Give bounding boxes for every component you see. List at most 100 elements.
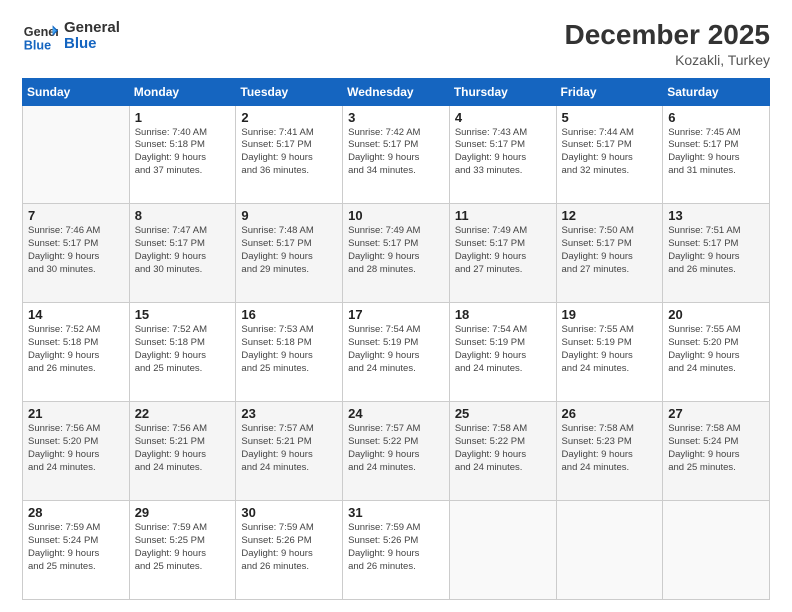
calendar-cell: 2Sunrise: 7:41 AMSunset: 5:17 PMDaylight…: [236, 105, 343, 204]
day-number: 25: [455, 406, 551, 421]
day-number: 8: [135, 208, 231, 223]
day-info: Sunrise: 7:58 AMSunset: 5:24 PMDaylight:…: [668, 423, 764, 474]
day-number: 31: [348, 505, 444, 520]
day-info: Sunrise: 7:49 AMSunset: 5:17 PMDaylight:…: [455, 225, 551, 276]
calendar-cell: 1 Sunrise: 7:40 AMSunset: 5:18 PMDaylight…: [129, 105, 236, 204]
calendar-cell: 16Sunrise: 7:53 AMSunset: 5:18 PMDayligh…: [236, 303, 343, 402]
day-info: Sunrise: 7:51 AMSunset: 5:17 PMDaylight:…: [668, 225, 764, 276]
calendar-cell: 14 Sunrise: 7:52 AMSunset: 5:18 PMDayligh…: [23, 303, 130, 402]
day-info: Sunrise: 7:50 AMSunset: 5:17 PMDaylight:…: [562, 225, 658, 276]
day-info: Sunrise: 7:47 AMSunset: 5:17 PMDaylight:…: [135, 225, 231, 276]
calendar-cell: [449, 501, 556, 600]
day-number: 26: [562, 406, 658, 421]
calendar-cell: 30Sunrise: 7:59 AMSunset: 5:26 PMDayligh…: [236, 501, 343, 600]
day-number: 11: [455, 208, 551, 223]
day-info: Sunrise: 7:57 AMSunset: 5:21 PMDaylight:…: [241, 423, 337, 474]
day-info: Sunrise: 7:54 AMSunset: 5:19 PMDaylight:…: [455, 324, 551, 375]
svg-text:Blue: Blue: [24, 39, 51, 53]
day-info: Sunrise: 7:55 AMSunset: 5:20 PMDaylight:…: [668, 324, 764, 375]
calendar-cell: 7 Sunrise: 7:46 AMSunset: 5:17 PMDaylight…: [23, 204, 130, 303]
logo-icon: General Blue: [22, 18, 58, 54]
day-number: 18: [455, 307, 551, 322]
header-friday: Friday: [556, 78, 663, 105]
day-info: Sunrise: 7:49 AMSunset: 5:17 PMDaylight:…: [348, 225, 444, 276]
day-number: 14: [28, 307, 124, 322]
day-info: Sunrise: 7:46 AMSunset: 5:17 PMDaylight:…: [28, 225, 124, 276]
calendar-cell: 11 Sunrise: 7:49 AMSunset: 5:17 PMDayligh…: [449, 204, 556, 303]
day-info: Sunrise: 7:58 AMSunset: 5:22 PMDaylight:…: [455, 423, 551, 474]
logo-general: General: [64, 20, 120, 37]
day-number: 27: [668, 406, 764, 421]
calendar-cell: 6 Sunrise: 7:45 AMSunset: 5:17 PMDaylight…: [663, 105, 770, 204]
header-wednesday: Wednesday: [343, 78, 450, 105]
calendar-cell: 15Sunrise: 7:52 AMSunset: 5:18 PMDayligh…: [129, 303, 236, 402]
calendar-cell: 21 Sunrise: 7:56 AMSunset: 5:20 PMDayligh…: [23, 402, 130, 501]
day-info: Sunrise: 7:58 AMSunset: 5:23 PMDaylight:…: [562, 423, 658, 474]
title-block: December 2025 Kozakli, Turkey: [565, 18, 770, 68]
calendar-cell: 10 Sunrise: 7:49 AMSunset: 5:17 PMDayligh…: [343, 204, 450, 303]
day-number: 20: [668, 307, 764, 322]
day-number: 16: [241, 307, 337, 322]
day-number: 2: [241, 110, 337, 125]
calendar-cell: 3Sunrise: 7:42 AMSunset: 5:17 PMDaylight…: [343, 105, 450, 204]
calendar-cell: [663, 501, 770, 600]
calendar-cell: 24Sunrise: 7:57 AMSunset: 5:22 PMDayligh…: [343, 402, 450, 501]
calendar-cell: 26 Sunrise: 7:58 AMSunset: 5:23 PMDayligh…: [556, 402, 663, 501]
day-number: 19: [562, 307, 658, 322]
day-info: Sunrise: 7:52 AMSunset: 5:18 PMDaylight:…: [28, 324, 124, 375]
weekday-header-row: Sunday Monday Tuesday Wednesday Thursday…: [23, 78, 770, 105]
week-row-0: 1 Sunrise: 7:40 AMSunset: 5:18 PMDaylight…: [23, 105, 770, 204]
day-number: 13: [668, 208, 764, 223]
day-number: 1: [135, 110, 231, 125]
week-row-4: 28 Sunrise: 7:59 AMSunset: 5:24 PMDayligh…: [23, 501, 770, 600]
day-info: Sunrise: 7:43 AMSunset: 5:17 PMDaylight:…: [455, 127, 551, 178]
calendar-cell: 18 Sunrise: 7:54 AMSunset: 5:19 PMDayligh…: [449, 303, 556, 402]
calendar-cell: 31 Sunrise: 7:59 AMSunset: 5:26 PMDayligh…: [343, 501, 450, 600]
header-saturday: Saturday: [663, 78, 770, 105]
day-info: Sunrise: 7:44 AMSunset: 5:17 PMDaylight:…: [562, 127, 658, 178]
day-info: Sunrise: 7:56 AMSunset: 5:20 PMDaylight:…: [28, 423, 124, 474]
day-info: Sunrise: 7:59 AMSunset: 5:26 PMDaylight:…: [348, 522, 444, 573]
header-monday: Monday: [129, 78, 236, 105]
day-info: Sunrise: 7:57 AMSunset: 5:22 PMDaylight:…: [348, 423, 444, 474]
calendar-cell: [556, 501, 663, 600]
calendar-cell: 8 Sunrise: 7:47 AMSunset: 5:17 PMDaylight…: [129, 204, 236, 303]
calendar-cell: [23, 105, 130, 204]
day-info: Sunrise: 7:55 AMSunset: 5:19 PMDaylight:…: [562, 324, 658, 375]
location: Kozakli, Turkey: [565, 52, 770, 68]
day-number: 15: [135, 307, 231, 322]
day-number: 12: [562, 208, 658, 223]
day-number: 28: [28, 505, 124, 520]
week-row-2: 14 Sunrise: 7:52 AMSunset: 5:18 PMDayligh…: [23, 303, 770, 402]
calendar-cell: 4Sunrise: 7:43 AMSunset: 5:17 PMDaylight…: [449, 105, 556, 204]
day-number: 6: [668, 110, 764, 125]
day-number: 29: [135, 505, 231, 520]
calendar-cell: 13 Sunrise: 7:51 AMSunset: 5:17 PMDayligh…: [663, 204, 770, 303]
day-number: 22: [135, 406, 231, 421]
day-number: 7: [28, 208, 124, 223]
header: General Blue General Blue December 2025 …: [22, 18, 770, 68]
header-tuesday: Tuesday: [236, 78, 343, 105]
day-info: Sunrise: 7:42 AMSunset: 5:17 PMDaylight:…: [348, 127, 444, 178]
day-number: 21: [28, 406, 124, 421]
header-sunday: Sunday: [23, 78, 130, 105]
day-info: Sunrise: 7:54 AMSunset: 5:19 PMDaylight:…: [348, 324, 444, 375]
calendar-cell: 5Sunrise: 7:44 AMSunset: 5:17 PMDaylight…: [556, 105, 663, 204]
calendar-cell: 29 Sunrise: 7:59 AMSunset: 5:25 PMDayligh…: [129, 501, 236, 600]
calendar: Sunday Monday Tuesday Wednesday Thursday…: [22, 78, 770, 600]
calendar-cell: 17 Sunrise: 7:54 AMSunset: 5:19 PMDayligh…: [343, 303, 450, 402]
month-title: December 2025: [565, 18, 770, 52]
day-info: Sunrise: 7:40 AMSunset: 5:18 PMDaylight:…: [135, 127, 231, 178]
week-row-3: 21 Sunrise: 7:56 AMSunset: 5:20 PMDayligh…: [23, 402, 770, 501]
day-info: Sunrise: 7:56 AMSunset: 5:21 PMDaylight:…: [135, 423, 231, 474]
day-info: Sunrise: 7:59 AMSunset: 5:24 PMDaylight:…: [28, 522, 124, 573]
day-info: Sunrise: 7:59 AMSunset: 5:25 PMDaylight:…: [135, 522, 231, 573]
day-number: 17: [348, 307, 444, 322]
day-info: Sunrise: 7:45 AMSunset: 5:17 PMDaylight:…: [668, 127, 764, 178]
calendar-cell: 20 Sunrise: 7:55 AMSunset: 5:20 PMDayligh…: [663, 303, 770, 402]
calendar-cell: 23Sunrise: 7:57 AMSunset: 5:21 PMDayligh…: [236, 402, 343, 501]
calendar-cell: 19 Sunrise: 7:55 AMSunset: 5:19 PMDayligh…: [556, 303, 663, 402]
day-number: 9: [241, 208, 337, 223]
day-number: 10: [348, 208, 444, 223]
logo-blue: Blue: [64, 36, 120, 53]
